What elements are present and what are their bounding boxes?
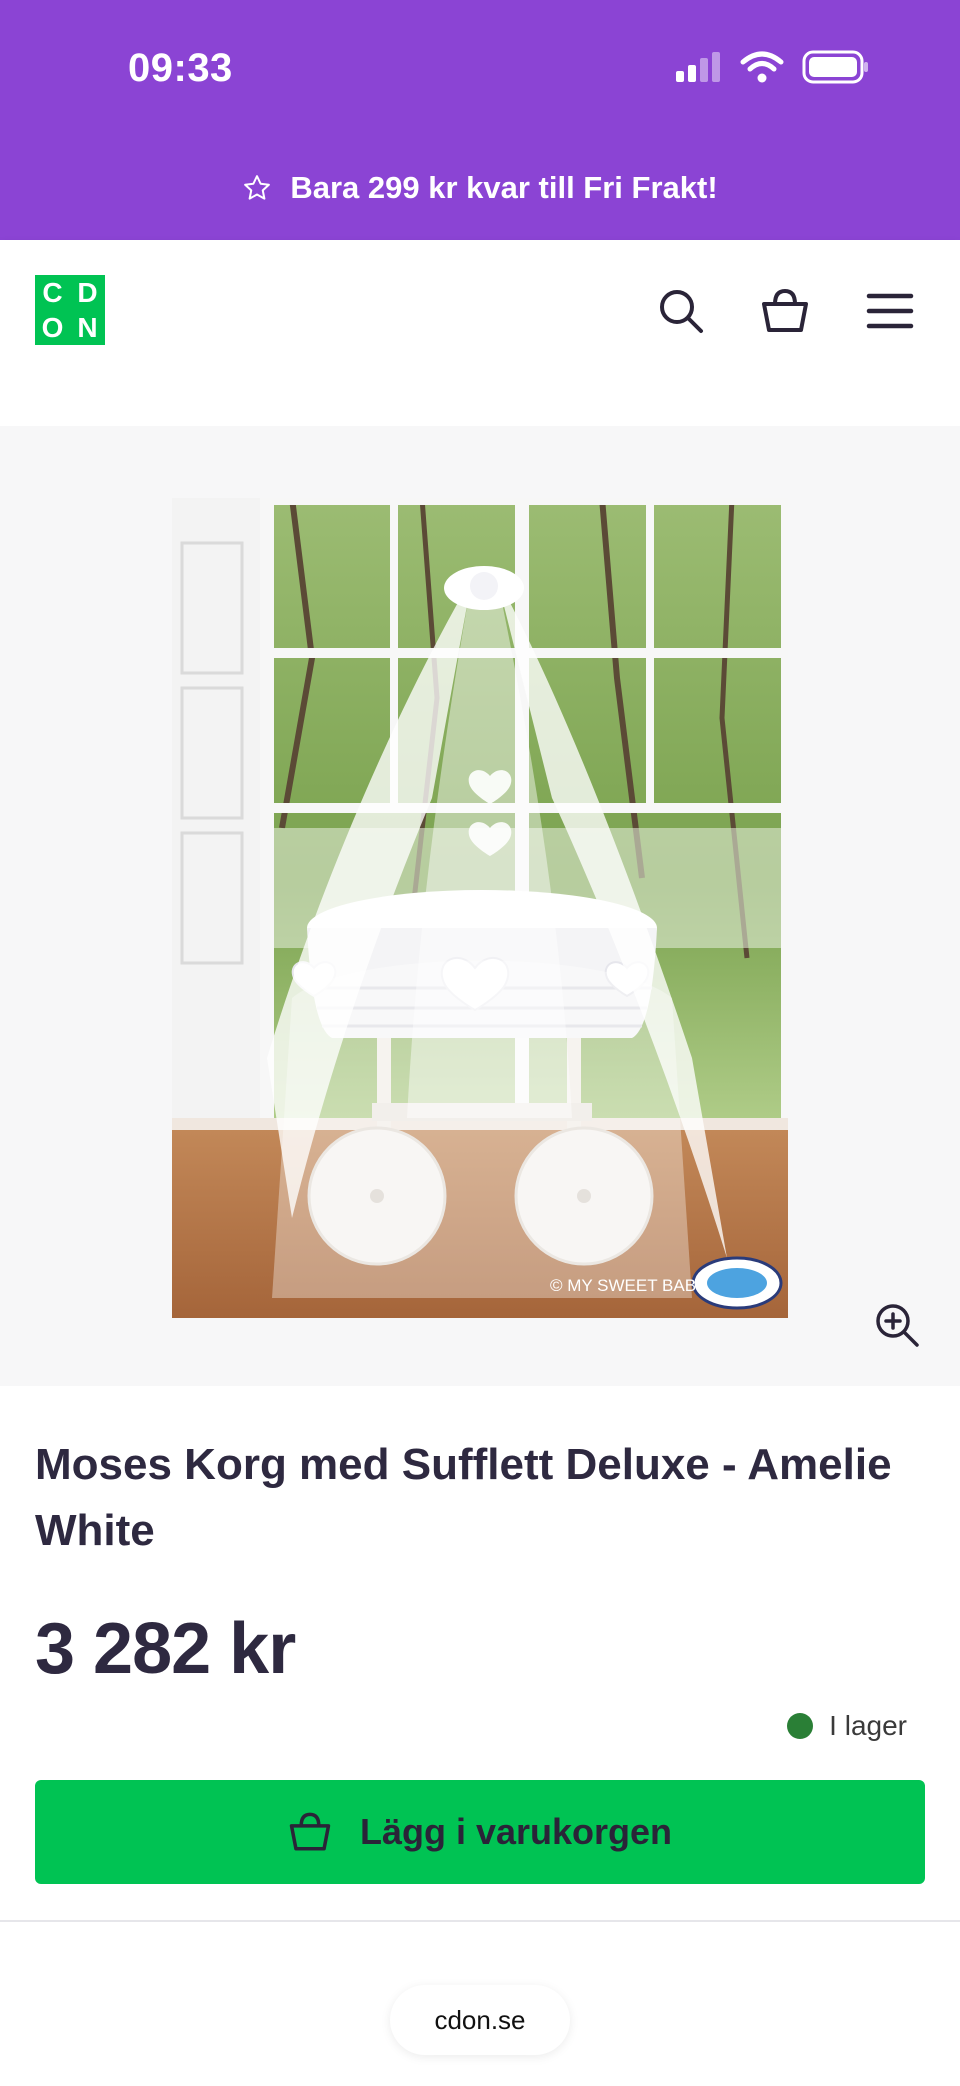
- site-header: C D O N: [0, 240, 960, 370]
- logo-letter: N: [77, 312, 98, 343]
- battery-icon: [802, 50, 868, 84]
- menu-icon[interactable]: [866, 286, 914, 336]
- stock-indicator-dot: [787, 1713, 814, 1739]
- basket-icon[interactable]: [760, 286, 810, 336]
- product-price: 3 282 kr: [35, 1609, 296, 1689]
- top-bar: 09:33 Bara 299 kr kvar till Fri Frakt!: [0, 0, 960, 240]
- zoom-in-icon[interactable]: [874, 1302, 920, 1348]
- url-text: cdon.se: [434, 2004, 526, 2035]
- status-time: 09:33: [128, 46, 233, 90]
- breadcrumb-strip: [0, 370, 960, 426]
- add-to-cart-label: Lägg i varukorgen: [359, 1811, 673, 1852]
- status-icons: [674, 50, 870, 84]
- product-gallery: © MY SWEET BABY: [0, 426, 960, 1386]
- logo-letter: O: [41, 312, 64, 343]
- signal-icon: [676, 52, 720, 82]
- cdon-logo[interactable]: C D O N: [35, 275, 105, 345]
- stock-status: I lager: [787, 1710, 907, 1742]
- promo-text: Bara 299 kr kvar till Fri Frakt!: [290, 170, 718, 205]
- star-outline-icon: [244, 175, 271, 200]
- basket-icon: [289, 1812, 331, 1851]
- add-to-cart-button[interactable]: Lägg i varukorgen: [35, 1780, 925, 1884]
- product-image[interactable]: © MY SWEET BABY: [172, 498, 788, 1318]
- browser-url-bar[interactable]: cdon.se: [390, 1985, 570, 2055]
- logo-letter: D: [77, 277, 98, 308]
- search-icon[interactable]: [656, 286, 706, 336]
- divider: [0, 1920, 960, 1922]
- image-watermark: © MY SWEET BABY: [550, 1276, 707, 1295]
- wifi-icon: [740, 51, 784, 83]
- free-shipping-banner: Bara 299 kr kvar till Fri Frakt!: [0, 170, 960, 206]
- product-title: Moses Korg med Sufflett Deluxe - Amelie …: [35, 1440, 892, 1555]
- stock-label: I lager: [829, 1710, 907, 1741]
- logo-letter: C: [42, 277, 63, 308]
